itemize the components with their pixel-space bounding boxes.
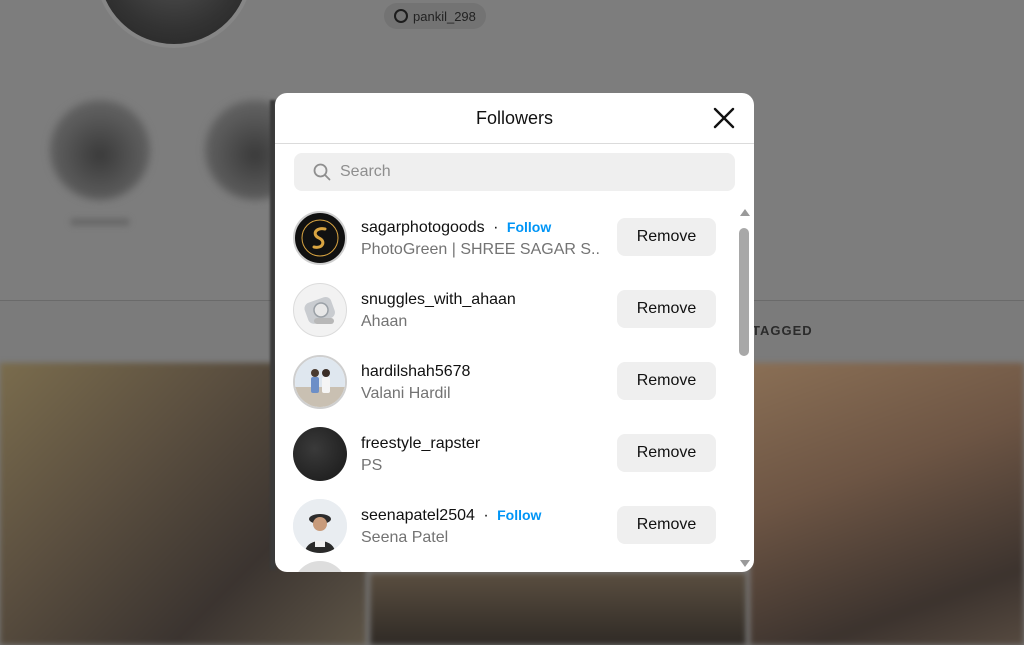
username[interactable]: sagarphotogoods	[361, 219, 485, 236]
scrollbar[interactable]	[736, 205, 752, 567]
avatar[interactable]	[293, 211, 347, 265]
full-name: PS	[361, 457, 383, 474]
dialog-header: Followers	[275, 93, 754, 144]
highlight-circle	[50, 100, 150, 200]
person-photo-icon	[293, 499, 347, 553]
username-line: hardilshah5678	[361, 363, 470, 381]
username[interactable]: freestyle_rapster	[361, 435, 480, 452]
followers-list: sagarphotogoods · Follow PhotoGreen | SH…	[275, 203, 735, 572]
username[interactable]: snuggles_with_ahaan	[361, 291, 516, 308]
search-box	[294, 153, 735, 191]
list-item: snuggles_with_ahaan Ahaan Remove	[275, 275, 735, 347]
remove-button[interactable]: Remove	[617, 290, 716, 328]
post-thumbnail	[370, 573, 746, 645]
avatar[interactable]	[293, 427, 347, 481]
username-line: snuggles_with_ahaan	[361, 291, 516, 309]
username-line: seenapatel2504 · Follow	[361, 507, 541, 525]
username-line: sagarphotogoods · Follow	[361, 219, 551, 237]
search-icon	[313, 163, 331, 181]
separator: ·	[493, 219, 499, 236]
full-name: Valani Hardil	[361, 385, 451, 402]
list-item: seenapatel2504 · Follow Seena Patel Remo…	[275, 491, 735, 563]
remove-button[interactable]: Remove	[617, 434, 716, 472]
watch-photo-icon	[304, 296, 335, 324]
followers-dialog: Followers sagarphotogood	[275, 93, 754, 572]
threads-icon	[394, 9, 408, 23]
username-line: freestyle_rapster	[361, 435, 480, 453]
couple-photo-icon	[295, 357, 345, 407]
avatar[interactable]	[293, 499, 347, 553]
scroll-thumb[interactable]	[739, 228, 749, 356]
close-icon	[713, 107, 735, 129]
username[interactable]: seenapatel2504	[361, 507, 475, 524]
scroll-down-arrow-icon[interactable]	[740, 560, 750, 567]
threads-badge: pankil_298	[384, 3, 486, 29]
avatar[interactable]	[293, 283, 347, 337]
list-item: sagarphotogoods · Follow PhotoGreen | SH…	[275, 203, 735, 275]
post-thumbnail	[750, 363, 1024, 645]
close-button[interactable]	[712, 106, 736, 130]
dialog-title: Followers	[475, 108, 554, 128]
tab-tagged: TAGGED	[752, 323, 813, 338]
avatar[interactable]	[293, 355, 347, 409]
follow-button[interactable]: Follow	[507, 219, 551, 235]
username[interactable]: hardilshah5678	[361, 363, 470, 380]
full-name: PhotoGreen | SHREE SAGAR S...	[361, 241, 599, 258]
follow-button[interactable]: Follow	[497, 507, 541, 523]
list-item: hardilshah5678 Valani Hardil Remove	[275, 347, 735, 419]
remove-button[interactable]: Remove	[617, 506, 716, 544]
sagar-logo-icon	[296, 214, 344, 262]
separator: ·	[483, 507, 489, 524]
remove-button[interactable]: Remove	[617, 362, 716, 400]
full-name: Seena Patel	[361, 529, 449, 546]
list-item: freestyle_rapster PS Remove	[275, 419, 735, 491]
full-name: Ahaan	[361, 313, 408, 330]
remove-button[interactable]: Remove	[617, 218, 716, 256]
highlight-label	[70, 218, 130, 226]
scroll-up-arrow-icon[interactable]	[740, 209, 750, 216]
threads-handle: pankil_298	[413, 8, 476, 24]
search-input[interactable]	[340, 153, 720, 191]
